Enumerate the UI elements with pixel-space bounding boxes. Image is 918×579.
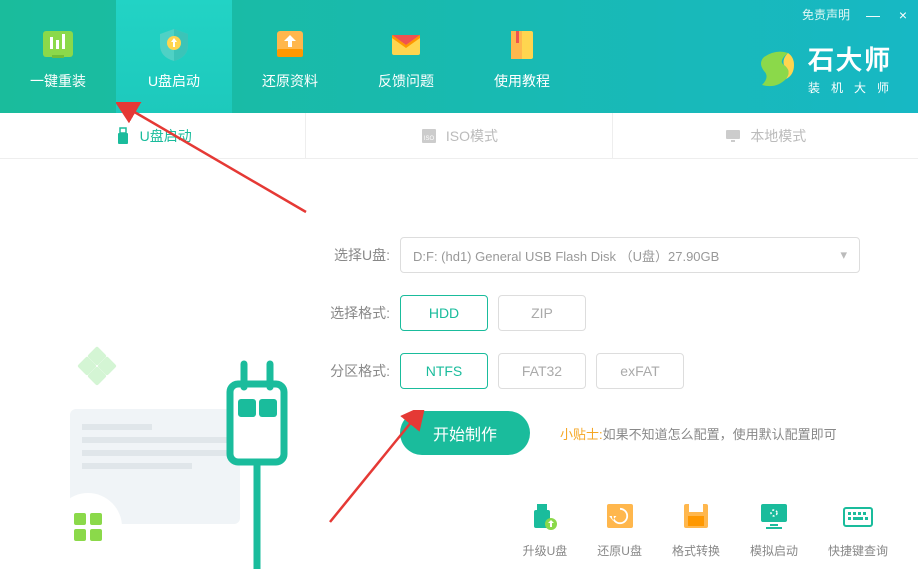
header: 一键重装 U盘启动 还原资料 反馈问题 使用教程 免责声明 bbox=[0, 0, 918, 113]
usb-icon bbox=[114, 127, 132, 145]
usb-shield-icon bbox=[153, 23, 195, 65]
upload-box-icon bbox=[269, 23, 311, 65]
nav-tab-label: 反馈问题 bbox=[378, 71, 434, 91]
sub-tab-label: U盘启动 bbox=[140, 126, 192, 146]
option-hdd[interactable]: HDD bbox=[400, 295, 488, 331]
bar-chart-icon bbox=[37, 23, 79, 65]
start-button[interactable]: 开始制作 bbox=[400, 411, 530, 455]
sub-tab-iso[interactable]: ISO ISO模式 bbox=[306, 113, 612, 158]
nav-tab-feedback[interactable]: 反馈问题 bbox=[348, 0, 464, 113]
nav-tab-reinstall[interactable]: 一键重装 bbox=[0, 0, 116, 113]
brand-subtitle: 装机大师 bbox=[808, 79, 900, 96]
partition-options: NTFS FAT32 exFAT bbox=[400, 353, 684, 389]
sub-tab-label: 本地模式 bbox=[750, 126, 806, 146]
tip-label: 小贴士: bbox=[560, 427, 603, 442]
sub-tab-label: ISO模式 bbox=[446, 126, 498, 146]
brand-logo-icon bbox=[752, 45, 798, 91]
label-select-format: 选择格式: bbox=[320, 303, 390, 323]
tool-label: 快捷键查询 bbox=[828, 542, 888, 559]
option-fat32[interactable]: FAT32 bbox=[498, 353, 586, 389]
svg-text:ISO: ISO bbox=[424, 136, 435, 142]
option-exfat[interactable]: exFAT bbox=[596, 353, 684, 389]
option-ntfs[interactable]: NTFS bbox=[400, 353, 488, 389]
usb-dropdown[interactable]: D:F: (hd1) General USB Flash Disk （U盘）27… bbox=[400, 237, 860, 273]
option-zip[interactable]: ZIP bbox=[498, 295, 586, 331]
disclaimer-link[interactable]: 免责声明 bbox=[794, 2, 858, 27]
tool-label: 还原U盘 bbox=[597, 542, 642, 559]
chevron-down-icon: ▾ bbox=[840, 247, 847, 263]
sub-tab-usb-boot[interactable]: U盘启动 bbox=[0, 113, 306, 158]
row-select-format: 选择格式: HDD ZIP bbox=[320, 295, 878, 331]
nav-tab-label: 使用教程 bbox=[494, 71, 550, 91]
restore-icon bbox=[602, 498, 638, 534]
nav-tab-label: U盘启动 bbox=[148, 71, 200, 91]
nav-tab-label: 一键重装 bbox=[30, 71, 86, 91]
floppy-icon bbox=[678, 498, 714, 534]
label-select-usb: 选择U盘: bbox=[320, 245, 390, 265]
row-partition-format: 分区格式: NTFS FAT32 exFAT bbox=[320, 353, 878, 389]
tip-body: 如果不知道怎么配置，使用默认配置即可 bbox=[603, 427, 837, 442]
row-start: 开始制作 小贴士:如果不知道怎么配置，使用默认配置即可 bbox=[400, 411, 878, 455]
content: 选择U盘: D:F: (hd1) General USB Flash Disk … bbox=[0, 159, 918, 579]
brand-text: 石大师 装机大师 bbox=[808, 40, 900, 96]
nav-tab-usb-boot[interactable]: U盘启动 bbox=[116, 0, 232, 113]
bottom-tools: 升级U盘 还原U盘 格式转换 模拟启动 快捷键查询 bbox=[523, 498, 888, 559]
tool-label: 升级U盘 bbox=[523, 542, 568, 559]
tool-simulate-boot[interactable]: 模拟启动 bbox=[750, 498, 798, 559]
nav-tab-tutorial[interactable]: 使用教程 bbox=[464, 0, 580, 113]
tool-hotkey-lookup[interactable]: 快捷键查询 bbox=[828, 498, 888, 559]
window-controls: 免责声明 — × bbox=[794, 2, 918, 27]
book-icon bbox=[501, 23, 543, 65]
monitor-boot-icon bbox=[756, 498, 792, 534]
tool-format-convert[interactable]: 格式转换 bbox=[672, 498, 720, 559]
tool-restore-usb[interactable]: 还原U盘 bbox=[597, 498, 642, 559]
tip-text: 小贴士:如果不知道怎么配置，使用默认配置即可 bbox=[560, 424, 837, 443]
monitor-icon bbox=[724, 127, 742, 145]
nav-tabs: 一键重装 U盘启动 还原资料 反馈问题 使用教程 bbox=[0, 0, 580, 113]
minimize-button[interactable]: — bbox=[858, 5, 888, 25]
row-select-usb: 选择U盘: D:F: (hd1) General USB Flash Disk … bbox=[320, 237, 878, 273]
brand: 石大师 装机大师 bbox=[752, 40, 900, 96]
iso-icon: ISO bbox=[420, 127, 438, 145]
usb-dropdown-value: D:F: (hd1) General USB Flash Disk （U盘）27… bbox=[413, 246, 719, 265]
tool-label: 格式转换 bbox=[672, 542, 720, 559]
format-options: HDD ZIP bbox=[400, 295, 586, 331]
close-button[interactable]: × bbox=[888, 5, 918, 25]
sub-tab-local[interactable]: 本地模式 bbox=[613, 113, 918, 158]
tool-label: 模拟启动 bbox=[750, 542, 798, 559]
usb-illustration bbox=[40, 209, 300, 569]
label-partition-format: 分区格式: bbox=[320, 361, 390, 381]
brand-title: 石大师 bbox=[808, 40, 900, 77]
usb-upgrade-icon bbox=[527, 498, 563, 534]
form-panel: 选择U盘: D:F: (hd1) General USB Flash Disk … bbox=[310, 159, 918, 579]
keyboard-icon bbox=[840, 498, 876, 534]
sub-tabs: U盘启动 ISO ISO模式 本地模式 bbox=[0, 113, 918, 159]
mail-icon bbox=[385, 23, 427, 65]
nav-tab-label: 还原资料 bbox=[262, 71, 318, 91]
tool-upgrade-usb[interactable]: 升级U盘 bbox=[523, 498, 568, 559]
nav-tab-restore[interactable]: 还原资料 bbox=[232, 0, 348, 113]
illustration-panel bbox=[0, 159, 310, 579]
